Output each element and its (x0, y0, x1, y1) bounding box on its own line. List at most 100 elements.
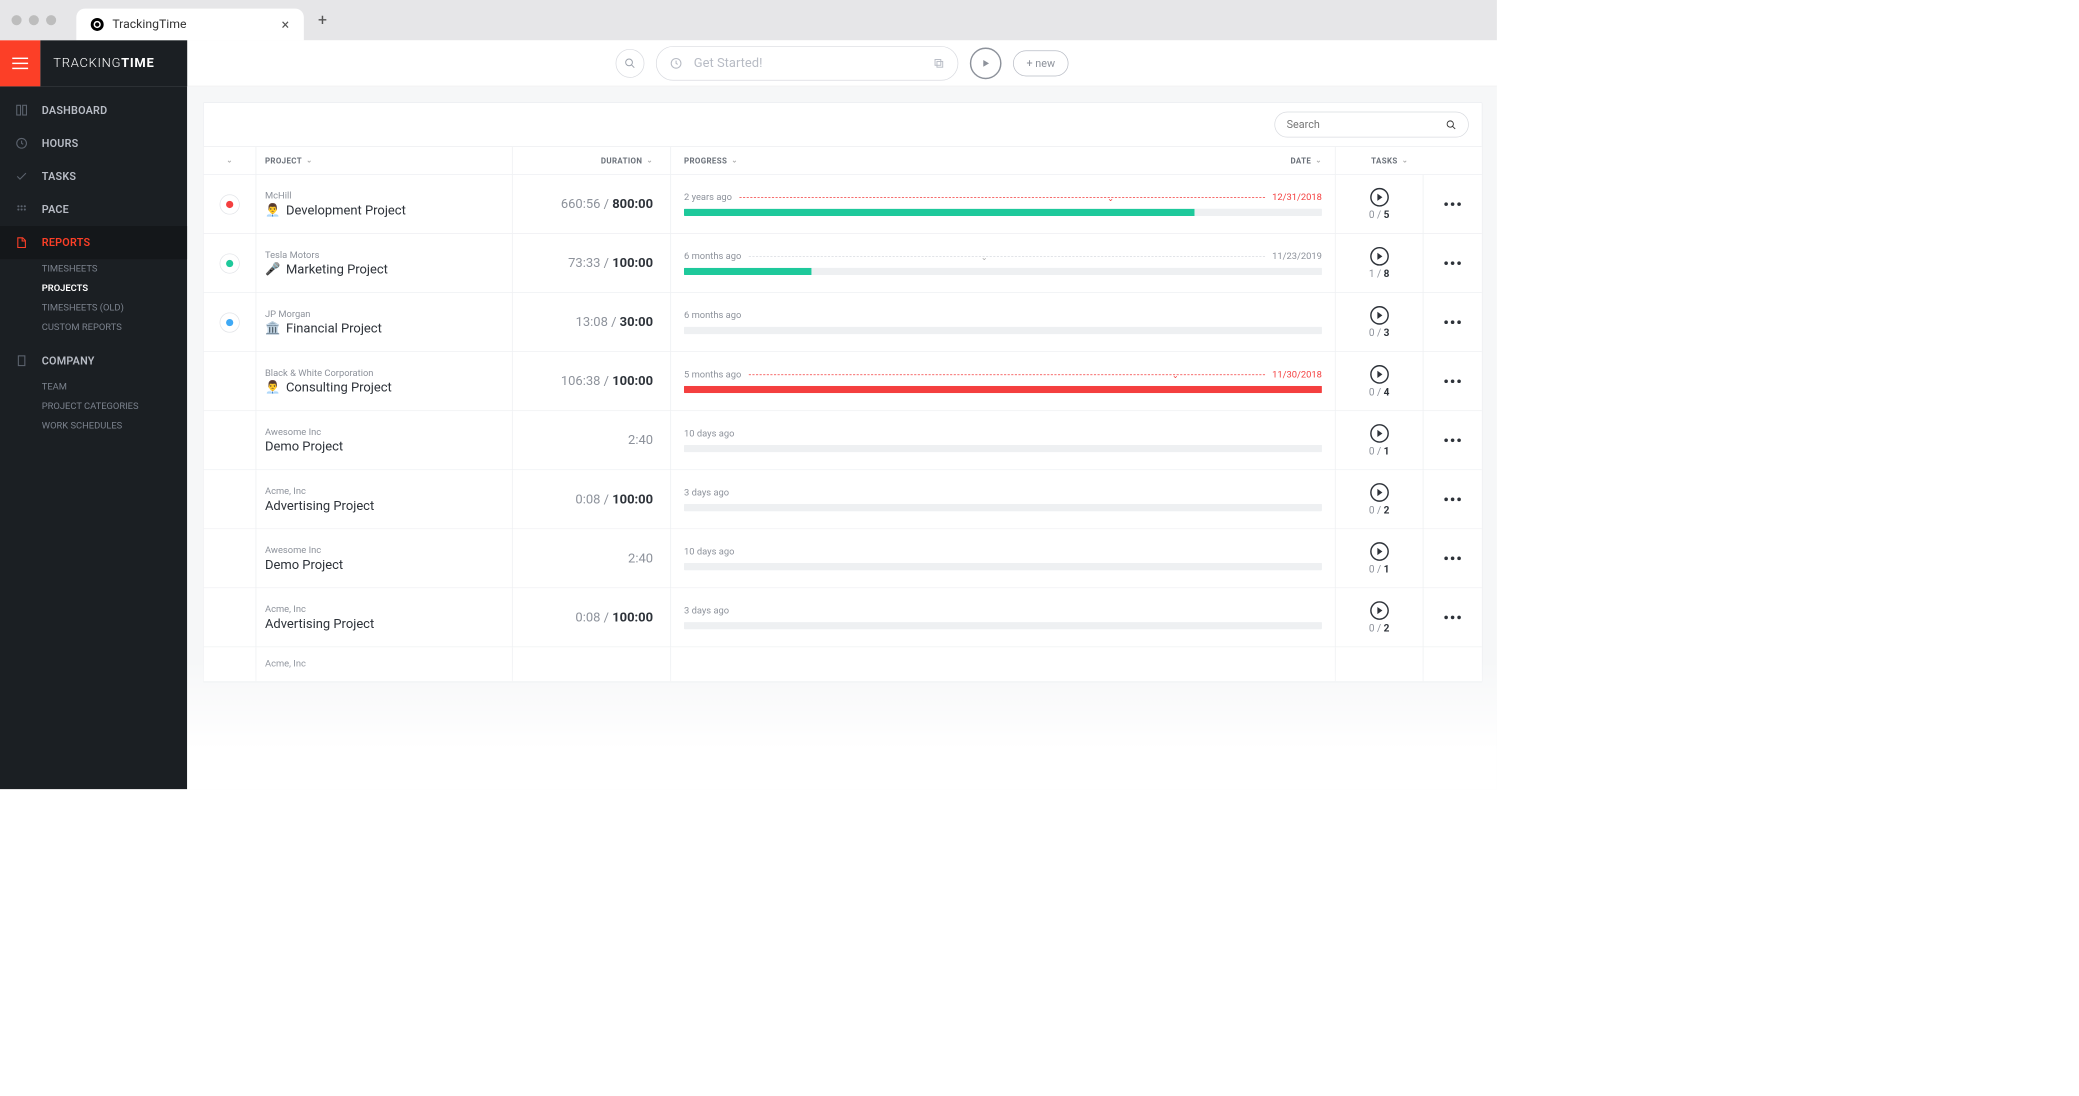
row-play-button[interactable] (1370, 424, 1389, 443)
row-menu-button[interactable] (1444, 557, 1461, 561)
row-menu-button[interactable] (1444, 498, 1461, 502)
progress-ago: 10 days ago (684, 428, 734, 439)
app-bar: TRACKINGTIME Get Started! + new (0, 40, 1497, 86)
progress-ago: 6 months ago (684, 310, 741, 321)
new-button[interactable]: + new (1013, 50, 1069, 76)
header-tasks[interactable]: TASKS⌄ (1335, 147, 1423, 174)
progress-cell: 3 days ago (670, 588, 1335, 646)
row-menu-button[interactable] (1444, 616, 1461, 620)
table-row[interactable]: JP Morgan 🏛️Financial Project 13:08 / 30… (204, 293, 1482, 352)
duration-cell: 106:38 / 100:00 (512, 352, 670, 410)
tab-favicon-icon (91, 18, 104, 31)
table-row[interactable]: Acme, Inc Advertising Project 0:08 / 100… (204, 588, 1482, 647)
search-field[interactable] (1274, 112, 1468, 138)
sidebar-sub-work-schedules[interactable]: WORK SCHEDULES (0, 416, 187, 435)
client-name: Tesla Motors (265, 249, 503, 260)
row-menu-button[interactable] (1444, 320, 1461, 324)
search-icon (1446, 119, 1457, 130)
traffic-light-min[interactable] (29, 15, 39, 25)
row-play-button[interactable] (1370, 306, 1389, 325)
sidebar-item-company[interactable]: COMPANY (0, 344, 187, 377)
row-play-button[interactable] (1370, 365, 1389, 384)
reports-icon (14, 236, 28, 249)
client-name: Acme, Inc (265, 659, 503, 670)
chevron-down-icon: ⌄ (226, 157, 232, 165)
table-row[interactable]: McHill 👨‍💼Development Project 660:56 / 8… (204, 175, 1482, 234)
header-duration[interactable]: DURATION⌄ (512, 147, 670, 174)
sidebar-sub-project-categories[interactable]: PROJECT CATEGORIES (0, 397, 187, 416)
task-count: 0 / 5 (1369, 209, 1390, 221)
progress-cell (670, 647, 1335, 681)
client-name: Awesome Inc (265, 427, 503, 438)
row-play-button[interactable] (1370, 483, 1389, 502)
progress-bar (684, 622, 1322, 629)
table-row[interactable]: Tesla Motors 🎤Marketing Project 73:33 / … (204, 234, 1482, 293)
sidebar-item-dashboard[interactable]: DASHBOARD (0, 94, 187, 127)
row-menu-cell (1423, 293, 1482, 351)
new-button-label: + new (1026, 57, 1055, 70)
row-play-button[interactable] (1370, 542, 1389, 561)
row-menu-button[interactable] (1444, 438, 1461, 442)
table-row[interactable]: Awesome Inc Demo Project 2:40 10 days ag… (204, 411, 1482, 470)
timeline: ⌄ (739, 197, 1265, 198)
row-color (204, 312, 256, 332)
progress-bar (684, 268, 1322, 275)
global-search-button[interactable] (615, 49, 644, 78)
sidebar-sub-custom-reports[interactable]: CUSTOM REPORTS (0, 318, 187, 337)
row-menu-button[interactable] (1444, 379, 1461, 383)
row-menu-button[interactable] (1444, 202, 1461, 206)
tab-title: TrackingTime (112, 17, 186, 31)
progress-ago: 6 months ago (684, 251, 741, 262)
play-icon (1377, 252, 1382, 259)
sidebar-sub-timesheets-old[interactable]: TIMESHEETS (OLD) (0, 298, 187, 317)
row-color (204, 253, 256, 273)
sidebar-item-pace[interactable]: PACE (0, 193, 187, 226)
due-marker-icon: ⌄ (1172, 371, 1179, 380)
row-play-button[interactable] (1370, 247, 1389, 266)
sidebar-item-reports[interactable]: REPORTS (0, 226, 187, 259)
table-header: ⌄ PROJECT⌄ DURATION⌄ PROGRESS⌄ DATE⌄ TAS… (204, 146, 1482, 175)
duration-cell: 660:56 / 800:00 (512, 175, 670, 233)
project-name: 👨‍💼Development Project (265, 203, 503, 218)
chevron-down-icon: ⌄ (732, 157, 738, 165)
header-progress[interactable]: PROGRESS⌄ DATE⌄ (670, 147, 1335, 174)
row-play-button[interactable] (1370, 188, 1389, 207)
sidebar-sub-timesheets[interactable]: TIMESHEETS (0, 259, 187, 278)
client-name: Awesome Inc (265, 545, 503, 556)
progress-cell: 10 days ago (670, 411, 1335, 469)
start-timer-button[interactable] (970, 47, 1002, 79)
project-name: 🏛️Financial Project (265, 321, 503, 336)
sidebar-item-tasks[interactable]: TASKS (0, 160, 187, 193)
search-input[interactable] (1287, 118, 1439, 131)
browser-tab[interactable]: TrackingTime × (76, 9, 303, 41)
company-icon (14, 354, 28, 367)
traffic-light-close[interactable] (12, 15, 22, 25)
check-icon (14, 170, 28, 183)
project-name: Demo Project (265, 439, 503, 454)
row-play-button[interactable] (1370, 601, 1389, 620)
new-tab-button[interactable]: + (318, 11, 327, 29)
sidebar-item-hours[interactable]: HOURS (0, 127, 187, 160)
project-name: Demo Project (265, 557, 503, 572)
get-started-input[interactable]: Get Started! (656, 46, 958, 81)
tasks-cell: 0 / 4 (1335, 352, 1423, 410)
sidebar-sub-projects[interactable]: PROJECTS (0, 279, 187, 298)
due-marker-icon: ⌄ (981, 253, 988, 262)
traffic-light-max[interactable] (46, 15, 56, 25)
header-project[interactable]: PROJECT⌄ (256, 147, 512, 174)
brand-logo: TRACKINGTIME (40, 40, 187, 86)
menu-button[interactable] (0, 40, 40, 86)
sidebar-sub-team[interactable]: TEAM (0, 377, 187, 396)
table-row[interactable]: Acme, Inc Advertising Project 0:08 / 100… (204, 470, 1482, 529)
progress-ago: 3 days ago (684, 606, 729, 617)
header-expand[interactable]: ⌄ (204, 157, 256, 165)
project-name: 👨‍💼Consulting Project (265, 380, 503, 395)
row-menu-button[interactable] (1444, 261, 1461, 265)
copy-icon[interactable] (933, 57, 945, 69)
table-row[interactable]: Acme, Inc (204, 647, 1482, 682)
progress-bar (684, 209, 1322, 216)
table-row[interactable]: Awesome Inc Demo Project 2:40 10 days ag… (204, 529, 1482, 588)
table-row[interactable]: Black & White Corporation 👨‍💼Consulting … (204, 352, 1482, 411)
play-icon (1377, 607, 1382, 614)
tab-close-icon[interactable]: × (282, 16, 290, 33)
